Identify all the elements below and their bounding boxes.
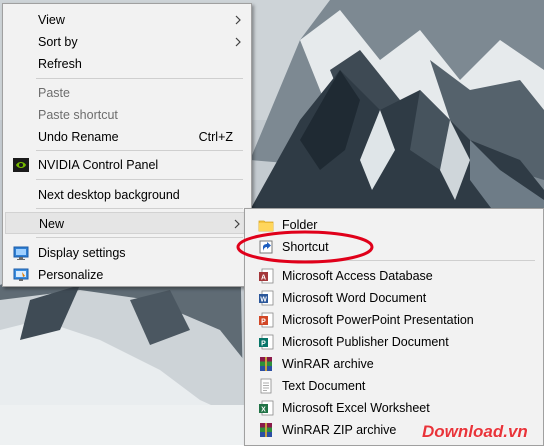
folder-icon [258, 220, 274, 232]
menu-item-label: Microsoft Publisher Document [282, 335, 449, 349]
menu-item-label: WinRAR archive [282, 357, 374, 371]
menu-item-paste[interactable]: Paste [5, 82, 249, 104]
download-vn-watermark: Download.vn [422, 422, 528, 442]
menu-item-label: Personalize [38, 268, 104, 282]
menu-item-label: View [38, 13, 65, 27]
menu-item-view[interactable]: View [5, 9, 249, 31]
menu-item-label: NVIDIA Control Panel [38, 158, 159, 172]
menu-separator [36, 150, 243, 151]
menu-item-display-settings[interactable]: Display settings [5, 242, 249, 264]
menu-separator [36, 208, 243, 209]
submenu-item-winrar-archive[interactable]: WinRAR archive [247, 353, 541, 375]
chevron-right-icon [235, 15, 241, 25]
menu-item-nvidia-control-panel[interactable]: NVIDIA Control Panel [5, 154, 249, 176]
new-submenu: Folder Shortcut A Microsoft Access Datab… [244, 208, 544, 446]
menu-item-paste-shortcut[interactable]: Paste shortcut [5, 104, 249, 126]
submenu-item-folder[interactable]: Folder [247, 214, 541, 236]
chevron-right-icon [234, 219, 240, 229]
text-document-icon [260, 378, 272, 394]
submenu-item-excel-worksheet[interactable]: X Microsoft Excel Worksheet [247, 397, 541, 419]
watermark-text: Download.vn [422, 422, 528, 441]
access-icon: A [259, 268, 274, 284]
menu-item-label: Next desktop background [38, 188, 180, 202]
personalize-icon [13, 268, 29, 281]
submenu-item-publisher-document[interactable]: P Microsoft Publisher Document [247, 331, 541, 353]
submenu-item-text-document[interactable]: Text Document [247, 375, 541, 397]
display-settings-icon [13, 246, 29, 260]
winrar-zip-icon [260, 423, 272, 437]
nvidia-icon [13, 158, 29, 172]
menu-separator [280, 260, 535, 261]
winrar-icon [260, 357, 272, 371]
svg-text:W: W [260, 297, 267, 304]
menu-item-label: New [39, 217, 65, 231]
menu-item-sort-by[interactable]: Sort by [5, 31, 249, 53]
menu-item-refresh[interactable]: Refresh [5, 53, 249, 75]
menu-item-label: Display settings [38, 246, 126, 260]
powerpoint-icon: P [259, 312, 274, 328]
menu-item-label: Refresh [38, 57, 82, 71]
shortcut-icon [259, 240, 273, 254]
menu-item-label: Sort by [38, 35, 78, 49]
submenu-item-shortcut[interactable]: Shortcut [247, 236, 541, 258]
publisher-icon: P [259, 334, 274, 350]
svg-text:P: P [261, 319, 266, 326]
submenu-item-powerpoint-presentation[interactable]: P Microsoft PowerPoint Presentation [247, 309, 541, 331]
menu-item-label: Paste [38, 86, 70, 100]
excel-icon: X [259, 400, 274, 416]
menu-item-label: Shortcut [282, 240, 329, 254]
menu-item-undo-rename[interactable]: Undo Rename Ctrl+Z [5, 126, 249, 148]
svg-text:P: P [261, 341, 266, 348]
menu-item-label: Microsoft PowerPoint Presentation [282, 313, 474, 327]
menu-item-label: Undo Rename [38, 130, 119, 144]
submenu-item-access-database[interactable]: A Microsoft Access Database [247, 265, 541, 287]
menu-item-label: Microsoft Excel Worksheet [282, 401, 430, 415]
menu-item-label: Folder [282, 218, 318, 232]
chevron-right-icon [235, 37, 241, 47]
menu-item-label: Microsoft Word Document [282, 291, 427, 305]
menu-item-new[interactable]: New [5, 212, 249, 234]
menu-item-label: Text Document [282, 379, 366, 393]
word-icon: W [259, 290, 274, 306]
menu-item-next-desktop-background[interactable]: Next desktop background [5, 184, 249, 206]
submenu-item-word-document[interactable]: W Microsoft Word Document [247, 287, 541, 309]
svg-text:X: X [261, 407, 266, 414]
menu-item-label: Paste shortcut [38, 108, 118, 122]
menu-separator [36, 179, 243, 180]
menu-separator [36, 78, 243, 79]
svg-text:A: A [261, 275, 266, 282]
menu-separator [36, 237, 243, 238]
desktop-context-menu: View Sort by Refresh Paste Paste shortcu… [2, 3, 252, 287]
menu-item-label: WinRAR ZIP archive [282, 423, 397, 437]
menu-item-label: Microsoft Access Database [282, 269, 433, 283]
menu-item-personalize[interactable]: Personalize [5, 264, 249, 286]
keyboard-shortcut: Ctrl+Z [198, 130, 233, 144]
